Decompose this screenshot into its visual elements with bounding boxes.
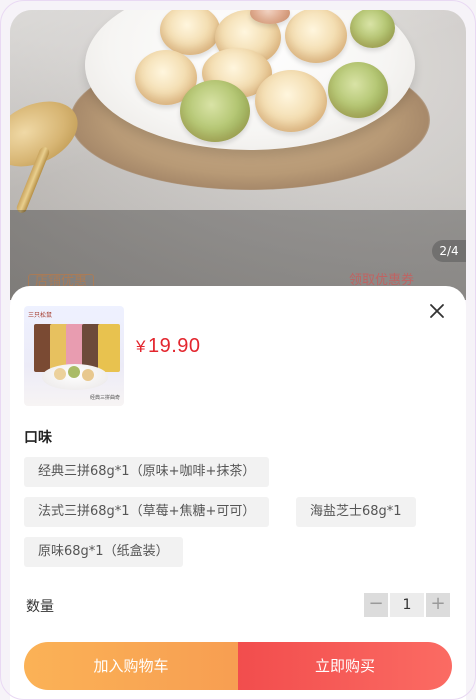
option-chip[interactable]: 经典三拼68g*1（原味+咖啡+抹茶） <box>24 457 270 487</box>
quantity-value[interactable]: 1 <box>390 593 424 617</box>
action-bar: 加入购物车 立即购买 <box>24 642 452 690</box>
sku-selection-sheet: 三只松鼠 经典三拼曲奇 ¥19.90 口味 经典三拼68g*1（原味+咖啡+抹茶… <box>10 286 466 700</box>
option-chip[interactable]: 海盐芝士68g*1 <box>296 497 416 527</box>
thumbnail-caption: 经典三拼曲奇 <box>89 395 120 401</box>
quantity-stepper: − 1 + <box>364 593 450 617</box>
increase-button[interactable]: + <box>426 593 450 617</box>
cookie-image <box>180 80 250 142</box>
product-photo[interactable] <box>10 10 466 300</box>
decrease-button[interactable]: − <box>364 593 388 617</box>
add-to-cart-button[interactable]: 加入购物车 <box>24 642 238 690</box>
brand-logo: 三只松鼠 <box>28 312 53 319</box>
price: ¥19.90 <box>136 335 201 358</box>
app-frame: 2/4 店铺优惠 领取优惠券 三只松鼠 经典三拼曲奇 ¥19.90 口味 经典三… <box>0 0 476 700</box>
cookie-image <box>328 62 388 118</box>
close-icon[interactable] <box>428 302 446 320</box>
option-chip[interactable]: 法式三拼68g*1（草莓+焦糖+可可） <box>24 497 270 527</box>
cookie-image <box>285 10 347 63</box>
quantity-label: 数量 <box>26 599 54 615</box>
gallery-page-indicator: 2/4 <box>432 240 466 262</box>
currency-symbol: ¥ <box>136 337 146 356</box>
cookie-image <box>255 70 327 132</box>
buy-now-button[interactable]: 立即购买 <box>238 642 452 690</box>
product-thumbnail[interactable]: 三只松鼠 经典三拼曲奇 <box>24 306 124 406</box>
flavor-section-title: 口味 <box>24 430 52 446</box>
option-chip[interactable]: 原味68g*1（纸盒装） <box>24 537 183 567</box>
price-value: 19.90 <box>147 335 201 357</box>
